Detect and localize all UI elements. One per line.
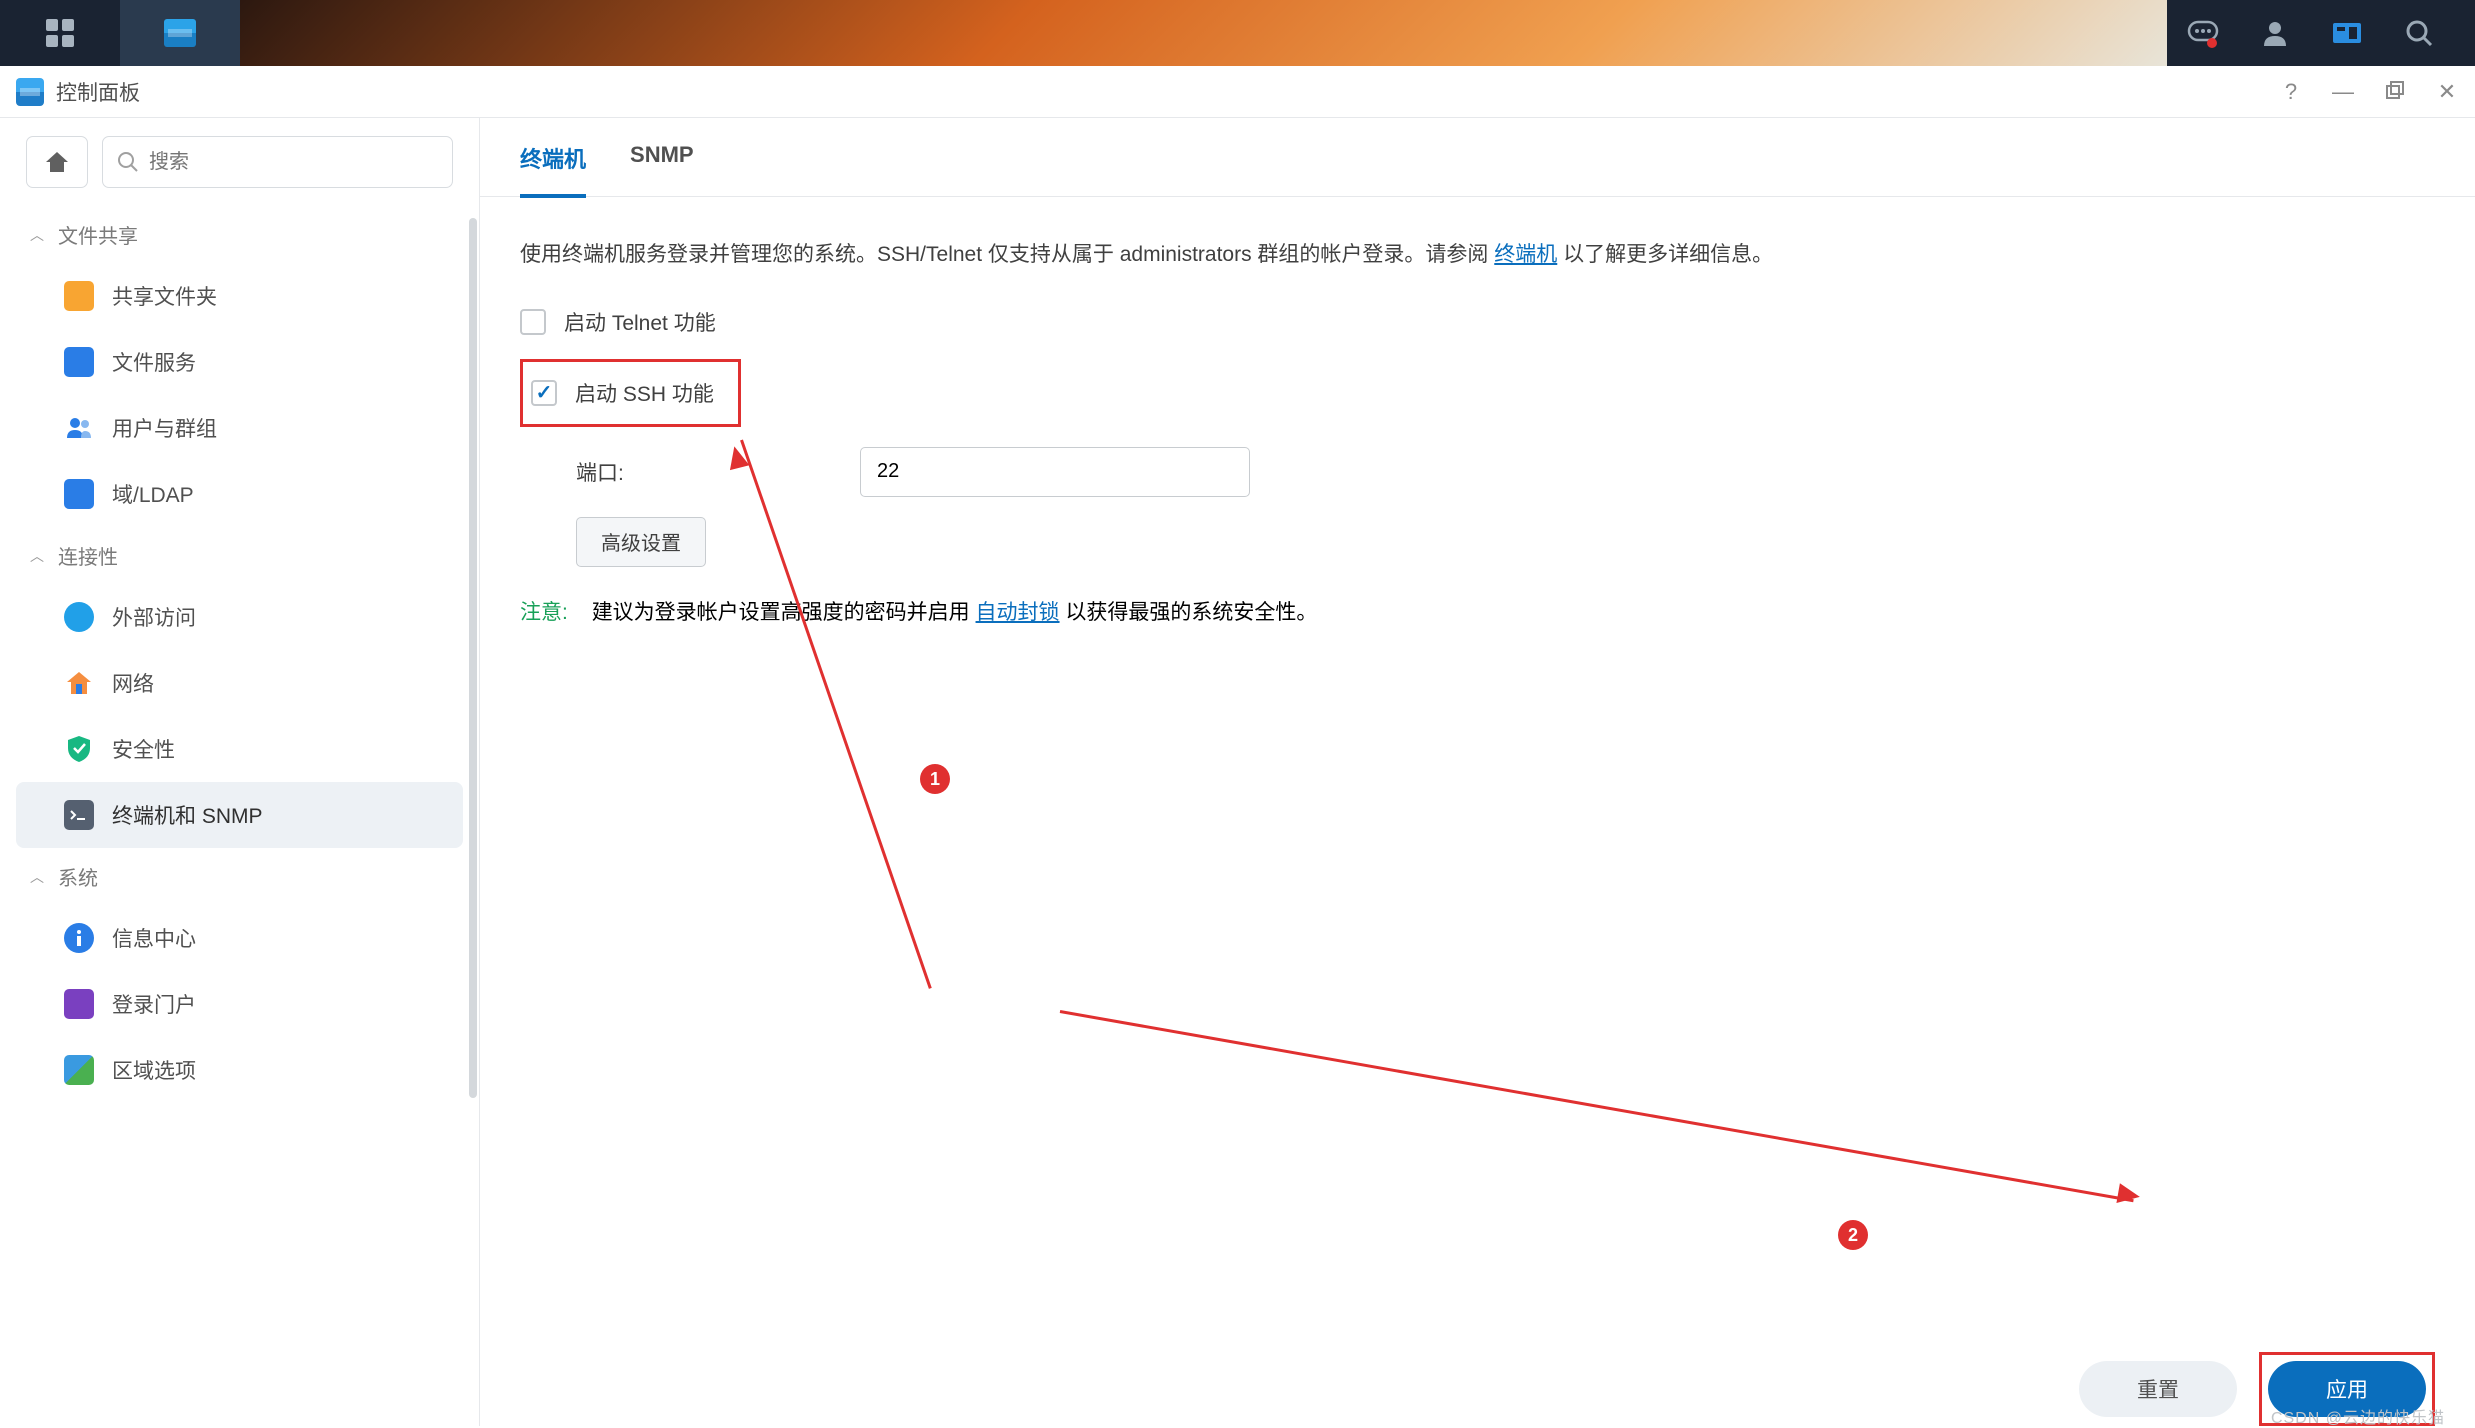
notifications-icon[interactable] <box>2167 0 2239 66</box>
section-system[interactable]: ︿系统 <box>0 848 479 905</box>
section-connectivity[interactable]: ︿连接性 <box>0 527 479 584</box>
note-text: 注意: 建议为登录帐户设置高强度的密码并启用 自动封锁 以获得最强的系统安全性。 <box>520 595 2435 631</box>
sidebar-item-shared-folder[interactable]: 共享文件夹 <box>16 263 463 329</box>
folder-icon <box>64 281 94 311</box>
control-panel-window: 控制面板 ? — ✕ ︿文件共享 共享文件夹 文件服务 用户与群组 <box>0 66 2475 1426</box>
sidebar-scrollbar[interactable] <box>469 218 477 1098</box>
telnet-label: 启动 Telnet 功能 <box>564 307 716 337</box>
sidebar-item-external-access[interactable]: 外部访问 <box>16 584 463 650</box>
help-button[interactable]: ? <box>2279 79 2303 105</box>
tab-snmp[interactable]: SNMP <box>630 142 694 196</box>
home-icon <box>44 150 70 174</box>
chevron-up-icon: ︿ <box>30 546 44 566</box>
annotation-arrowhead-2 <box>2116 1183 2141 1207</box>
annotation-badge-1: 1 <box>920 764 950 794</box>
ssh-option[interactable]: 启动 SSH 功能 <box>531 372 714 414</box>
window-title: 控制面板 <box>56 77 2279 107</box>
search-field[interactable] <box>102 136 453 188</box>
close-button[interactable]: ✕ <box>2435 79 2459 105</box>
region-icon <box>64 1055 94 1085</box>
ssh-checkbox[interactable] <box>531 380 557 406</box>
main-menu-button[interactable] <box>0 0 120 66</box>
sidebar-item-network[interactable]: 网络 <box>16 650 463 716</box>
sidebar-item-login-portal[interactable]: 登录门户 <box>16 971 463 1037</box>
port-row: 端口: <box>576 447 2435 497</box>
ssh-highlight-box: 启动 SSH 功能 <box>520 359 741 427</box>
control-panel-icon <box>16 78 44 106</box>
auto-block-link[interactable]: 自动封锁 <box>976 601 1060 624</box>
port-input[interactable] <box>860 447 1250 497</box>
ldap-icon <box>64 479 94 509</box>
annotation-badge-2: 2 <box>1838 1220 1868 1250</box>
sidebar-item-ldap[interactable]: 域/LDAP <box>16 461 463 527</box>
globe-icon <box>64 602 94 632</box>
search-input[interactable] <box>149 151 438 174</box>
terminal-help-link[interactable]: 终端机 <box>1494 243 1557 266</box>
telnet-option[interactable]: 启动 Telnet 功能 <box>520 301 2435 343</box>
advanced-settings-button[interactable]: 高级设置 <box>576 517 706 567</box>
control-panel-icon <box>164 19 196 47</box>
intro-text: 使用终端机服务登录并管理您的系统。SSH/Telnet 仅支持从属于 admin… <box>520 237 2435 273</box>
file-icon <box>64 347 94 377</box>
portal-icon <box>64 989 94 1019</box>
telnet-checkbox[interactable] <box>520 309 546 335</box>
grid-icon <box>46 19 74 47</box>
reset-button[interactable]: 重置 <box>2079 1361 2237 1417</box>
system-taskbar <box>0 0 2475 66</box>
terminal-icon <box>64 800 94 830</box>
user-icon[interactable] <box>2239 0 2311 66</box>
tab-terminal[interactable]: 终端机 <box>520 142 586 198</box>
shield-icon <box>64 734 94 764</box>
main-panel: 终端机 SNMP 使用终端机服务登录并管理您的系统。SSH/Telnet 仅支持… <box>480 118 2475 1426</box>
sidebar-item-file-services[interactable]: 文件服务 <box>16 329 463 395</box>
sidebar-item-users-groups[interactable]: 用户与群组 <box>16 395 463 461</box>
sidebar-item-info-center[interactable]: 信息中心 <box>16 905 463 971</box>
window-titlebar: 控制面板 ? — ✕ <box>0 66 2475 118</box>
watermark: CSDN @云边的快乐猫 <box>2271 1404 2445 1428</box>
minimize-button[interactable]: — <box>2331 79 2355 105</box>
desktop-background <box>240 0 2167 66</box>
maximize-button[interactable] <box>2383 79 2407 105</box>
taskbar-control-panel[interactable] <box>120 0 240 66</box>
network-icon <box>64 668 94 698</box>
chevron-up-icon: ︿ <box>30 225 44 245</box>
widgets-icon[interactable] <box>2311 0 2383 66</box>
tab-bar: 终端机 SNMP <box>480 118 2475 197</box>
sidebar-item-security[interactable]: 安全性 <box>16 716 463 782</box>
search-icon[interactable] <box>2383 0 2455 66</box>
home-button[interactable] <box>26 136 88 188</box>
port-label: 端口: <box>576 457 836 487</box>
sidebar-item-regional[interactable]: 区域选项 <box>16 1037 463 1103</box>
tab-content: 使用终端机服务登录并管理您的系统。SSH/Telnet 仅支持从属于 admin… <box>480 197 2475 1334</box>
sidebar: ︿文件共享 共享文件夹 文件服务 用户与群组 域/LDAP ︿连接性 外部访问 … <box>0 118 480 1426</box>
chevron-up-icon: ︿ <box>30 867 44 887</box>
section-file-share[interactable]: ︿文件共享 <box>0 206 479 263</box>
footer-buttons: 重置 应用 <box>480 1334 2475 1426</box>
sidebar-item-terminal-snmp[interactable]: 终端机和 SNMP <box>16 782 463 848</box>
info-icon <box>64 923 94 953</box>
ssh-label: 启动 SSH 功能 <box>575 378 714 408</box>
users-icon <box>64 413 94 443</box>
search-icon <box>117 151 139 173</box>
